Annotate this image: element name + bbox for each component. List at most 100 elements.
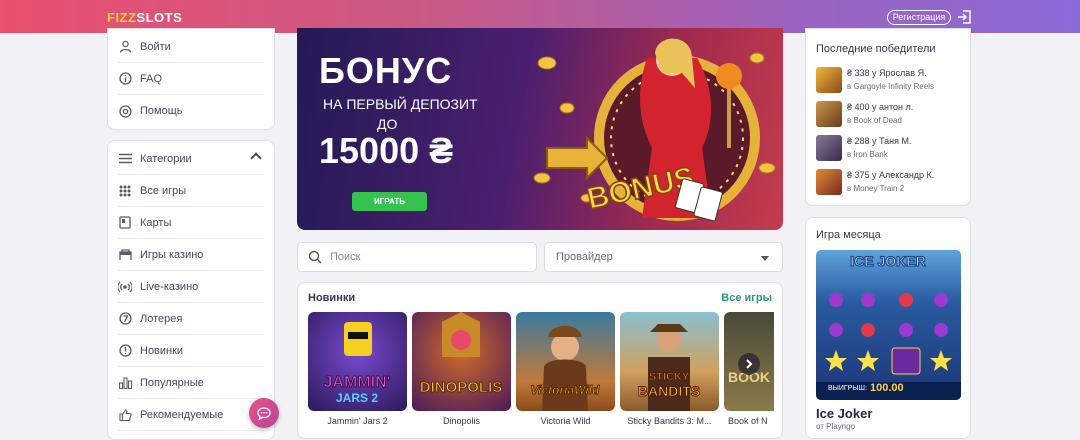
game-name: Sticky Bandits 3: M...	[627, 416, 712, 426]
game-art: ICE JOKER	[816, 252, 961, 400]
chart-icon	[118, 376, 132, 390]
banner-subtitle: НА ПЕРВЫЙ ДЕПОЗИТ	[323, 96, 478, 112]
chat-icon	[257, 406, 271, 420]
chat-button[interactable]	[249, 398, 279, 428]
winner-item[interactable]: ₴ 288 у Таня М. в Iron Bank	[816, 135, 966, 163]
game-name: Jammin' Jars 2	[327, 416, 388, 426]
banner-artwork: BONUS	[533, 38, 776, 222]
new-games-title: Новинки	[308, 292, 356, 304]
sidebar-item-label: Игры казино	[140, 248, 204, 261]
sidebar-item-label: Помощь	[140, 105, 183, 117]
svg-text:BANDITS: BANDITS	[638, 383, 700, 399]
provider-select[interactable]: Провайдер	[544, 242, 783, 272]
sidebar-item-label: Рекомендуемые	[140, 408, 224, 421]
winner-amount: ₴ 338 у Ярослав Я.	[847, 68, 927, 78]
winner-item[interactable]: ₴ 375 у Александр К. в Money Train 2	[816, 169, 966, 197]
cards-icon	[118, 216, 132, 230]
chevron-up-icon[interactable]	[250, 152, 262, 164]
game-card-jammin-jars[interactable]: JAMMIN' JARS 2	[308, 312, 407, 411]
carousel-next-button[interactable]	[738, 353, 760, 375]
grid-icon	[118, 184, 132, 198]
winner-item[interactable]: ₴ 400 у антон л. в Book of Dead	[816, 101, 966, 129]
game-name: Victoria Wild	[540, 416, 591, 426]
ice-joker-logo: ICE JOKER	[850, 253, 925, 269]
search-icon	[308, 250, 322, 264]
win-value: 100.00	[870, 382, 904, 394]
sidebar-item-recommended[interactable]: Рекомендуемые	[118, 399, 264, 431]
info-icon	[118, 72, 132, 86]
sidebar-item-casino[interactable]: Игры казино	[118, 239, 264, 271]
svg-text:JAMMIN': JAMMIN'	[324, 374, 391, 391]
winner-game-thumb	[816, 67, 842, 93]
game-of-month-image[interactable]: ICE JOKER ВЫИГРЫШ: 100.00	[816, 250, 961, 400]
sidebar-item-label: Live-казино	[140, 280, 199, 293]
game-of-month-panel: Игра месяца ICE JOKER ВЫИГРЫШ: 100.00 Ic…	[805, 217, 971, 439]
chevron-right-icon	[746, 359, 753, 369]
sidebar-item-label: Карты	[140, 216, 172, 229]
winner-game-thumb	[816, 169, 842, 195]
search-input[interactable]: Поиск	[297, 242, 537, 272]
winner-item[interactable]: ₴ 338 у Ярослав Я. в Gargoyle Infinity R…	[816, 67, 966, 95]
winner-amount: ₴ 400 у антон л.	[847, 102, 914, 112]
live-icon	[118, 280, 132, 294]
svg-text:VictoriaWild: VictoriaWild	[531, 383, 600, 397]
categories-panel: Категории Все игры Карты Игры казино Liv…	[107, 140, 275, 440]
categories-label: Категории	[140, 152, 192, 165]
logo-part1: FIZZ	[107, 10, 137, 25]
casino-icon	[118, 248, 132, 262]
register-button[interactable]: Регистрация	[887, 10, 951, 25]
svg-text:STICKY: STICKY	[649, 371, 690, 383]
winners-title: Последние победители	[816, 43, 936, 55]
win-label: ВЫИГРЫШ:	[828, 385, 867, 392]
sidebar-item-label: Все игры	[140, 184, 187, 197]
login-icon[interactable]	[957, 9, 973, 25]
sidebar-item-login[interactable]: Войти	[118, 31, 264, 63]
sidebar-item-help[interactable]: Помощь	[118, 95, 264, 127]
winner-game: в Book of Dead	[847, 116, 902, 125]
sidebar-item-label: Новинки	[140, 344, 184, 357]
sidebar-item-live[interactable]: Live-казино	[118, 271, 264, 303]
banner-amount: 15000 ₴	[319, 130, 454, 171]
sidebar-item-label: Лотерея	[140, 312, 183, 325]
lottery-icon	[118, 312, 132, 326]
winner-game-thumb	[816, 135, 842, 161]
winner-game: в Iron Bank	[847, 150, 888, 159]
game-of-month-provider: от Playngo	[816, 422, 856, 431]
game-of-month-title: Игра месяца	[816, 229, 881, 241]
game-name: Dinopolis	[442, 416, 481, 426]
account-panel: Войти FAQ Помощь	[107, 28, 275, 130]
search-placeholder: Поиск	[330, 251, 361, 263]
categories-header[interactable]: Категории	[118, 143, 264, 175]
game-card-sticky-bandits[interactable]: STICKY BANDITS	[620, 312, 719, 411]
game-card-victoria-wild[interactable]: VictoriaWild	[516, 312, 615, 411]
user-icon	[118, 40, 132, 54]
lifebuoy-icon	[118, 104, 132, 118]
sidebar-item-faq[interactable]: FAQ	[118, 63, 264, 95]
new-games-panel: Новинки Все игры JAMMIN' JARS 2 Jammin' J…	[297, 282, 783, 439]
svg-text:DINOPOLIS: DINOPOLIS	[420, 379, 503, 396]
sidebar-item-label: Войти	[140, 40, 171, 53]
thumbs-up-icon	[118, 408, 132, 422]
sidebar-item-cards[interactable]: Карты	[118, 207, 264, 239]
game-art: STICKYBANDITS	[637, 324, 701, 411]
sidebar-item-label: Популярные	[140, 376, 204, 389]
sidebar-item-all-games[interactable]: Все игры	[118, 175, 264, 207]
sidebar-item-label: FAQ	[140, 72, 163, 85]
promo-banner[interactable]: BONUS БОНУС НА ПЕРВЫЙ ДЕПОЗИТ ДО 15000 ₴…	[297, 28, 783, 230]
sidebar-item-lottery[interactable]: Лотерея	[118, 303, 264, 335]
game-card-dinopolis[interactable]: DINOPOLIS	[412, 312, 511, 411]
all-games-link[interactable]: Все игры	[721, 292, 772, 304]
winner-game: в Gargoyle Infinity Reels	[847, 82, 934, 91]
play-button[interactable]: ИГРАТЬ	[352, 192, 427, 211]
winner-amount: ₴ 375 у Александр К.	[847, 170, 935, 180]
game-art: VictoriaWild	[530, 325, 601, 411]
sidebar-item-popular[interactable]: Популярные	[118, 367, 264, 399]
winner-game: в Money Train 2	[847, 184, 905, 193]
winner-game-thumb	[816, 101, 842, 127]
game-name: Book of N	[728, 416, 768, 426]
logo[interactable]: FIZZSLOTS	[107, 10, 182, 25]
game-of-month-name[interactable]: Ice Joker	[816, 406, 872, 421]
sidebar-item-new[interactable]: Новинки	[118, 335, 264, 367]
winners-panel: Последние победители ₴ 338 у Ярослав Я. …	[805, 28, 971, 206]
list-icon	[118, 152, 132, 166]
